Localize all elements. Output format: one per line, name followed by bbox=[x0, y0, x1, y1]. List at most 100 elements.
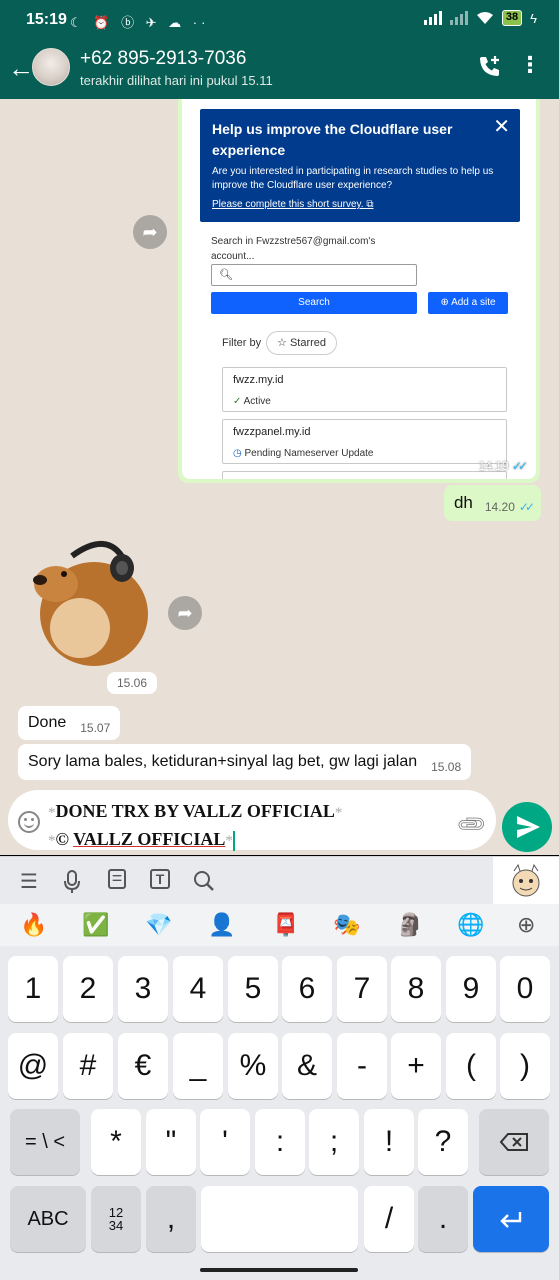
key[interactable]: 5 bbox=[228, 956, 278, 1022]
outgoing-message[interactable]: dh 14.20 ✓✓ bbox=[443, 485, 541, 521]
key[interactable]: 0 bbox=[500, 956, 550, 1022]
starred-chip: ☆ Starred bbox=[266, 331, 338, 355]
read-ticks-icon: ✓✓ bbox=[518, 500, 535, 514]
globe-emoji[interactable]: 🌐 bbox=[457, 912, 484, 938]
site-domain: fwzzpanel.my.id bbox=[233, 426, 311, 438]
top-bar: 15:19 ☾ ⏰ ⓑ ✈ ☁ ·· 38 ϟ ← +62 895-2913-7… bbox=[0, 0, 559, 99]
masks-emoji[interactable]: 🎭 bbox=[333, 912, 360, 938]
sticker-face-icon bbox=[512, 863, 540, 897]
key[interactable]: + bbox=[391, 1033, 441, 1099]
key[interactable]: ; bbox=[309, 1109, 359, 1175]
key[interactable]: 1 bbox=[8, 956, 58, 1022]
incoming-message[interactable]: Done 15.07 bbox=[18, 706, 121, 740]
add-site-button: ⊕ Add a site bbox=[428, 292, 508, 314]
key[interactable]: ? bbox=[418, 1109, 468, 1175]
microphone-icon[interactable] bbox=[62, 870, 82, 894]
key[interactable]: 9 bbox=[446, 956, 496, 1022]
add-emoji-icon[interactable]: ⊕ bbox=[517, 912, 535, 938]
person-emoji[interactable]: 👤 bbox=[208, 912, 235, 938]
key[interactable]: ) bbox=[500, 1033, 550, 1099]
moai-emoji[interactable]: 🗿 bbox=[396, 912, 423, 938]
key[interactable]: 7 bbox=[337, 956, 387, 1022]
comma-key[interactable]: , bbox=[146, 1186, 196, 1252]
key[interactable]: 8 bbox=[391, 956, 441, 1022]
survey-link: Please complete this short survey. ⧉ bbox=[212, 199, 374, 210]
text-format-icon[interactable]: T bbox=[150, 869, 170, 889]
text-caret bbox=[232, 830, 235, 851]
message-input[interactable]: *DONE TRX BY VALLZ OFFICIAL* *© VALLZ OF… bbox=[48, 798, 342, 854]
gem-emoji[interactable]: 💎 bbox=[145, 912, 172, 938]
backspace-key[interactable] bbox=[479, 1109, 549, 1175]
clipboard-icon[interactable]: = bbox=[108, 869, 126, 889]
forward-icon[interactable]: ➦ bbox=[168, 596, 202, 630]
postbox-emoji[interactable]: 📮 bbox=[272, 912, 299, 938]
charging-icon: ϟ bbox=[530, 10, 537, 26]
chat-header[interactable]: ← +62 895-2913-7036 terakhir dilihat har… bbox=[0, 40, 559, 99]
key[interactable]: " bbox=[146, 1109, 196, 1175]
key[interactable]: 6 bbox=[282, 956, 332, 1022]
search-icon[interactable] bbox=[193, 870, 215, 892]
check-emoji[interactable]: ✅ bbox=[82, 912, 109, 938]
message-time: 15.08 bbox=[431, 760, 462, 774]
incoming-message[interactable]: Sory lama bales, ketiduran+sinyal lag be… bbox=[18, 744, 472, 780]
key[interactable]: ! bbox=[364, 1109, 414, 1175]
key[interactable]: : bbox=[255, 1109, 305, 1175]
contact-name[interactable]: +62 895-2913-7036 bbox=[80, 48, 246, 70]
home-indicator[interactable] bbox=[200, 1268, 358, 1272]
enter-key[interactable] bbox=[473, 1186, 549, 1252]
search-field: 🔍︎ bbox=[211, 264, 417, 286]
abc-key[interactable]: ABC bbox=[10, 1186, 86, 1252]
contact-avatar[interactable] bbox=[32, 48, 70, 86]
hamster-sticker[interactable] bbox=[28, 534, 152, 669]
key[interactable]: * bbox=[91, 1109, 141, 1175]
check-icon: ✓ bbox=[233, 396, 242, 407]
site-card bbox=[222, 471, 507, 479]
more-symbols-key[interactable]: = \ < bbox=[10, 1109, 80, 1175]
banner-text: Are you interested in participating in r… bbox=[212, 166, 494, 191]
more-options-icon[interactable]: ⋮ bbox=[519, 54, 541, 76]
period-key[interactable]: . bbox=[418, 1186, 468, 1252]
key[interactable]: 3 bbox=[118, 956, 168, 1022]
copyright-symbol: © bbox=[55, 829, 74, 849]
screenshot-message[interactable]: Help us improve the Cloudflare user expe… bbox=[178, 99, 540, 483]
key[interactable]: % bbox=[228, 1033, 278, 1099]
last-seen-status: terakhir dilihat hari ini pukul 15.11 bbox=[80, 73, 273, 88]
message-time: 15.07 bbox=[80, 721, 111, 735]
emoji-icon[interactable] bbox=[18, 811, 40, 833]
key[interactable]: 4 bbox=[173, 956, 223, 1022]
cloudflare-screenshot[interactable]: Help us improve the Cloudflare user expe… bbox=[182, 99, 536, 479]
sticker-time: 15.06 bbox=[107, 672, 157, 694]
message-text: Done bbox=[28, 714, 67, 731]
attach-icon[interactable]: 📎︎ bbox=[453, 807, 489, 843]
keyboard: 1 2 3 4 5 6 7 8 9 0 @ # € _ % & - + ( ) … bbox=[0, 946, 559, 1280]
key[interactable]: ' bbox=[200, 1109, 250, 1175]
site-card: fwzzpanel.my.id ◷ Pending Nameserver Upd… bbox=[222, 419, 507, 464]
back-arrow-icon[interactable]: ← bbox=[8, 54, 34, 82]
key[interactable]: 2 bbox=[63, 956, 113, 1022]
fire-emoji[interactable]: 🔥 bbox=[20, 912, 47, 938]
message-composer[interactable]: *DONE TRX BY VALLZ OFFICIAL* *© VALLZ OF… bbox=[8, 790, 496, 851]
key[interactable]: & bbox=[282, 1033, 332, 1099]
send-button[interactable] bbox=[502, 802, 552, 852]
key[interactable]: @ bbox=[8, 1033, 58, 1099]
key[interactable]: - bbox=[337, 1033, 387, 1099]
send-icon bbox=[517, 816, 540, 838]
key[interactable]: _ bbox=[173, 1033, 223, 1099]
slash-key[interactable]: / bbox=[364, 1186, 414, 1252]
key[interactable]: # bbox=[63, 1033, 113, 1099]
sticker-shortcut[interactable] bbox=[493, 857, 559, 904]
add-call-icon[interactable] bbox=[477, 54, 503, 80]
menu-icon[interactable]: ☰ bbox=[20, 869, 38, 894]
space-key[interactable] bbox=[201, 1186, 358, 1252]
forward-icon[interactable]: ➦ bbox=[133, 215, 167, 249]
numpad-key[interactable]: 12 34 bbox=[91, 1186, 141, 1252]
search-button: Search bbox=[211, 292, 417, 314]
key[interactable]: ( bbox=[446, 1033, 496, 1099]
signal-icon bbox=[423, 11, 442, 25]
chat-area[interactable]: Help us improve the Cloudflare user expe… bbox=[0, 99, 559, 855]
search-icon: 🔍︎ bbox=[219, 269, 233, 281]
enter-icon bbox=[500, 1212, 522, 1228]
site-status: ✓ Active bbox=[233, 396, 271, 407]
site-status: ◷ Pending Nameserver Update bbox=[233, 448, 374, 459]
key[interactable]: € bbox=[118, 1033, 168, 1099]
